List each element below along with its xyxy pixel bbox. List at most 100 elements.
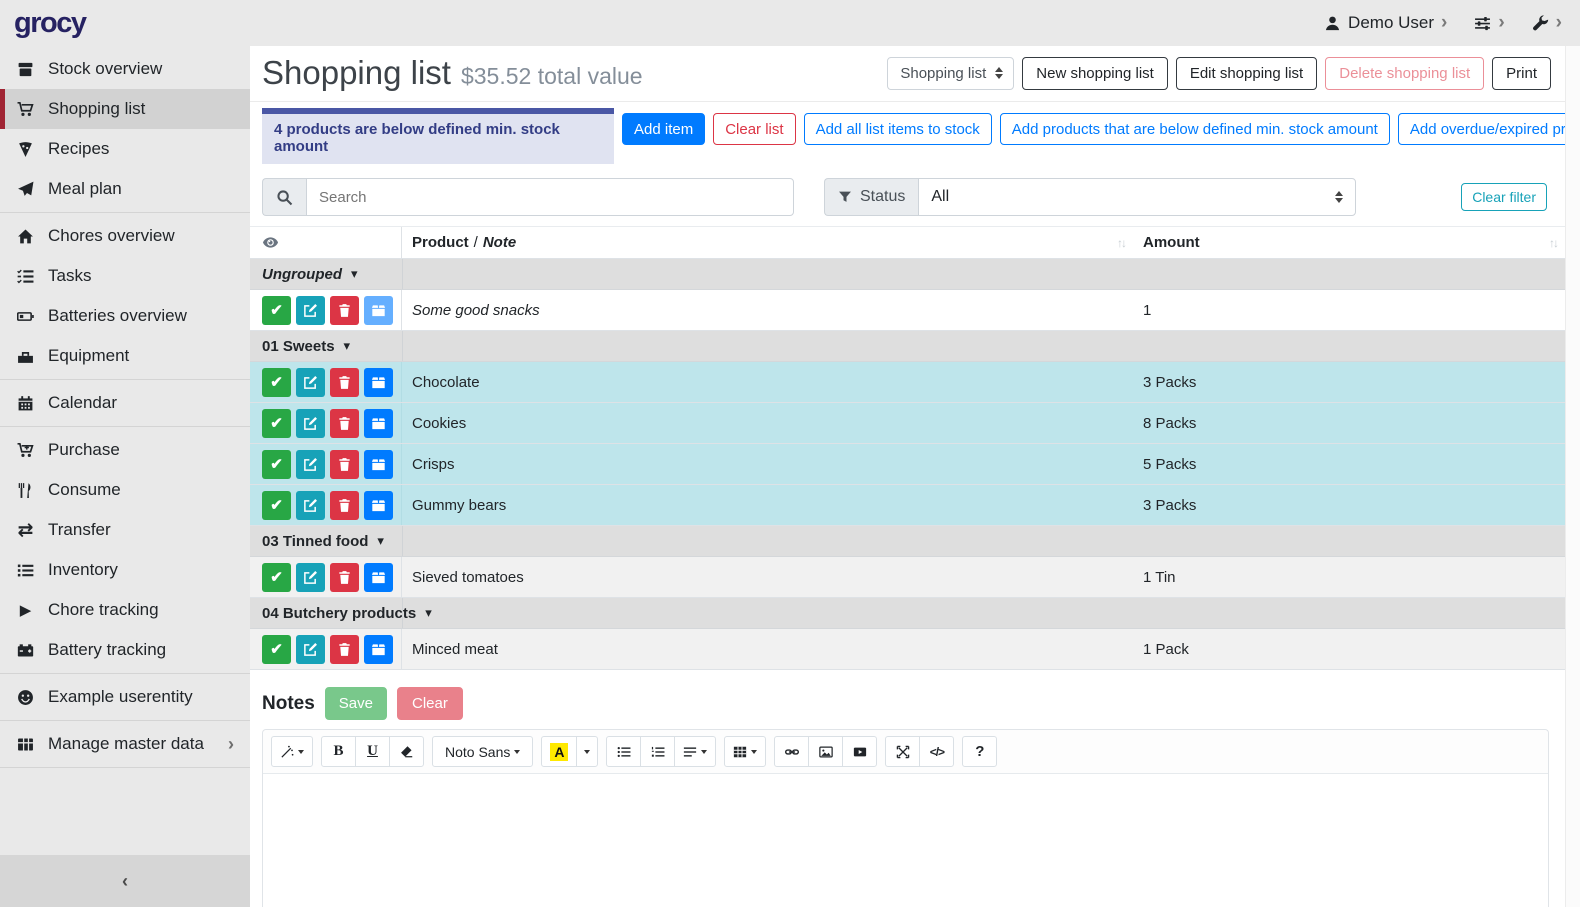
add-to-stock-button[interactable] [364, 563, 393, 592]
sidebar-item-consume[interactable]: Consume [0, 470, 250, 510]
delete-item-button[interactable] [330, 409, 359, 438]
add-to-stock-button[interactable] [364, 296, 393, 325]
admin-menu[interactable]: › [1532, 15, 1562, 32]
sidebar-item-example-userentity[interactable]: Example userentity [0, 677, 250, 717]
help-button[interactable]: ? [962, 736, 997, 767]
edit-item-button[interactable] [296, 635, 325, 664]
sidebar-item-manage-master-data[interactable]: Manage master data › [0, 724, 250, 764]
video-icon [853, 745, 867, 759]
sidebar-item-purchase[interactable]: Purchase [0, 430, 250, 470]
sidebar-item-battery-tracking[interactable]: Battery tracking [0, 630, 250, 670]
mark-done-button[interactable]: ✔ [262, 635, 291, 664]
notes-clear-button[interactable]: Clear [397, 687, 463, 720]
code-view-button[interactable]: </> [919, 736, 954, 767]
sidebar-item-stock-overview[interactable]: Stock overview [0, 49, 250, 89]
add-below-min-button[interactable]: Add products that are below defined min.… [1000, 113, 1390, 145]
grocy-logo[interactable]: grocy [14, 9, 85, 38]
editor-content-area[interactable] [263, 774, 1548, 907]
sidebar-item-chore-tracking[interactable]: ▶ Chore tracking [0, 590, 250, 630]
search-input[interactable] [306, 178, 794, 216]
delete-item-button[interactable] [330, 368, 359, 397]
clear-filter-button[interactable]: Clear filter [1461, 183, 1547, 211]
insert-table-button[interactable] [724, 736, 766, 767]
sidebar-collapse-button[interactable]: ‹ [0, 855, 250, 907]
user-menu[interactable]: Demo User › [1324, 13, 1447, 33]
edit-item-button[interactable] [296, 368, 325, 397]
add-overdue-button[interactable]: Add overdue/expired products [1398, 113, 1580, 145]
font-family-button[interactable]: Noto Sans [432, 736, 533, 767]
insert-image-button[interactable] [808, 736, 843, 767]
add-to-stock-button[interactable] [364, 491, 393, 520]
delete-item-button[interactable] [330, 635, 359, 664]
group-header-butchery[interactable]: 04 Butchery products ▾ [250, 598, 1565, 629]
sidebar-item-recipes[interactable]: Recipes [0, 129, 250, 169]
underline-button[interactable]: U [355, 736, 390, 767]
mark-done-button[interactable]: ✔ [262, 409, 291, 438]
edit-item-button[interactable] [296, 409, 325, 438]
print-button[interactable]: Print [1492, 57, 1551, 90]
sidebar-item-transfer[interactable]: ⇄ Transfer [0, 510, 250, 550]
mark-done-button[interactable]: ✔ [262, 563, 291, 592]
group-header-ungrouped[interactable]: Ungrouped ▾ [250, 259, 1565, 290]
add-to-stock-button[interactable] [364, 368, 393, 397]
sidebar-item-equipment[interactable]: Equipment [0, 336, 250, 376]
new-shopping-list-button[interactable]: New shopping list [1022, 57, 1168, 90]
paragraph-align-button[interactable] [674, 736, 716, 767]
notes-save-button[interactable]: Save [325, 687, 387, 720]
sidebar-item-chores-overview[interactable]: Chores overview [0, 216, 250, 256]
clear-list-button[interactable]: Clear list [713, 113, 795, 145]
sidebar-item-batteries-overview[interactable]: Batteries overview [0, 296, 250, 336]
unordered-list-button[interactable] [606, 736, 641, 767]
delete-item-button[interactable] [330, 296, 359, 325]
delete-item-button[interactable] [330, 450, 359, 479]
add-all-to-stock-button[interactable]: Add all list items to stock [804, 113, 992, 145]
mark-done-button[interactable]: ✔ [262, 450, 291, 479]
font-color-button[interactable]: A [541, 736, 577, 767]
edit-shopping-list-button[interactable]: Edit shopping list [1176, 57, 1317, 90]
item-amount: 5 Packs [1143, 456, 1196, 473]
box-icon [371, 457, 386, 472]
box-icon [371, 416, 386, 431]
settings-menu[interactable]: › [1474, 15, 1504, 32]
toolbox-icon [14, 348, 37, 365]
add-to-stock-button[interactable] [364, 409, 393, 438]
ordered-list-button[interactable] [640, 736, 675, 767]
fullscreen-button[interactable] [885, 736, 920, 767]
clear-format-button[interactable] [389, 736, 424, 767]
font-color-more-button[interactable] [576, 736, 598, 767]
sidebar-item-meal-plan[interactable]: Meal plan [0, 169, 250, 209]
sidebar-item-shopping-list[interactable]: Shopping list [0, 89, 250, 129]
group-header-tinned-food[interactable]: 03 Tinned food ▾ [250, 526, 1565, 557]
edit-item-button[interactable] [296, 563, 325, 592]
edit-item-button[interactable] [296, 296, 325, 325]
delete-item-button[interactable] [330, 491, 359, 520]
mark-done-button[interactable]: ✔ [262, 296, 291, 325]
add-item-button[interactable]: Add item [622, 113, 705, 145]
status-filter-select[interactable]: All [918, 178, 1356, 216]
home-icon [14, 228, 37, 245]
delete-shopping-list-button[interactable]: Delete shopping list [1325, 57, 1484, 90]
sidebar-item-calendar[interactable]: Calendar [0, 383, 250, 423]
table-row: ✔ Cookies 8 Packs [250, 403, 1565, 444]
table-row: ✔ Crisps 5 Packs [250, 444, 1565, 485]
bold-button[interactable]: B [321, 736, 356, 767]
sidebar-item-inventory[interactable]: Inventory [0, 550, 250, 590]
add-to-stock-button[interactable] [364, 635, 393, 664]
edit-item-button[interactable] [296, 491, 325, 520]
column-header-product[interactable]: Product / Note ↑↓ [402, 227, 1133, 258]
insert-link-button[interactable] [774, 736, 809, 767]
mark-done-button[interactable]: ✔ [262, 491, 291, 520]
shopping-list-select[interactable]: Shopping list [887, 57, 1014, 90]
tasks-icon [14, 268, 37, 285]
column-header-visibility[interactable] [250, 227, 402, 258]
sidebar-item-tasks[interactable]: Tasks [0, 256, 250, 296]
delete-item-button[interactable] [330, 563, 359, 592]
column-header-amount[interactable]: Amount ↑↓ [1133, 227, 1565, 258]
style-magic-button[interactable] [271, 736, 313, 767]
group-header-sweets[interactable]: 01 Sweets ▾ [250, 331, 1565, 362]
scrollbar[interactable] [1565, 46, 1580, 907]
add-to-stock-button[interactable] [364, 450, 393, 479]
mark-done-button[interactable]: ✔ [262, 368, 291, 397]
insert-video-button[interactable] [842, 736, 877, 767]
edit-item-button[interactable] [296, 450, 325, 479]
